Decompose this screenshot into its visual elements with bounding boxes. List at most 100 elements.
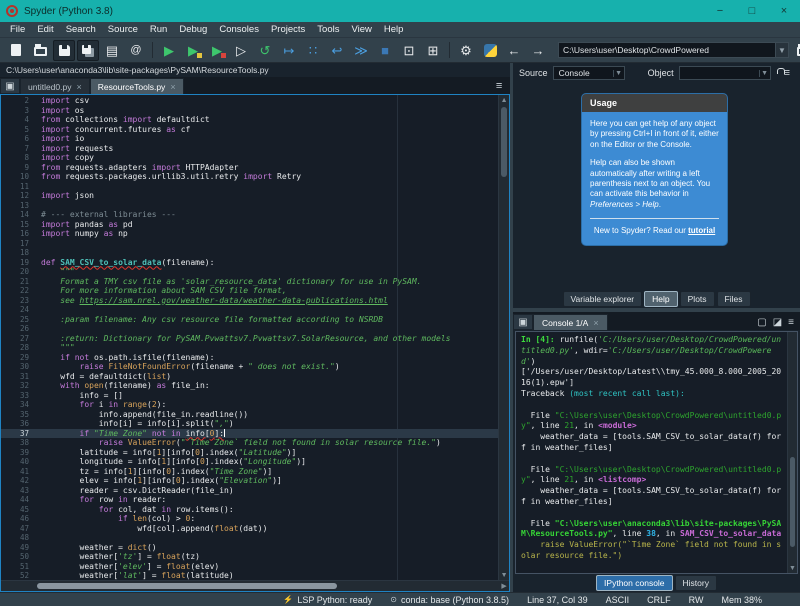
back-button[interactable]: ← [503,40,525,61]
console-scrollbar[interactable]: ▼ [787,332,797,573]
code-line[interactable]: 4 from collections import defaultdict [1,115,498,125]
editor-vertical-scrollbar[interactable]: ▲ ▼ [498,95,510,580]
code-line[interactable]: 49 weather = dict() [1,543,498,553]
code-line[interactable]: 32 with open(filename) as file_in: [1,381,498,391]
code-line[interactable]: 37 if "Time Zone" not in info[0]: [1,428,499,438]
console-output[interactable]: In [4]: runfile('C:/Users/user/Desktop/C… [516,332,787,573]
code-line[interactable]: 51 weather['elev'] = float(elev) [1,562,498,572]
browse-tabs-button[interactable]: ▣ [0,78,20,94]
new-file-button[interactable] [5,40,27,61]
pane-tab-files[interactable]: Files [716,291,751,307]
minimize-button[interactable]: − [704,0,736,22]
code-line[interactable]: 20 """ [1,267,498,277]
code-line[interactable]: 42 elev = info[1][info[0].index("Elevati… [1,476,498,486]
code-line[interactable]: 40 longitude = info[1][info[0].index("Lo… [1,457,498,467]
scroll-down-icon[interactable]: ▼ [499,570,509,580]
code-line[interactable]: 35 info.append(file_in.readline()) [1,410,498,420]
code-line[interactable]: 52 weather['lat'] = float(latitude) [1,571,498,580]
pane-tab-plots[interactable]: Plots [679,291,715,307]
python-path-button[interactable] [479,40,501,61]
code-line[interactable]: 9 from requests.adapters import HTTPAdapt… [1,163,498,173]
debug-file-button[interactable]: ↺ [254,40,276,61]
preferences-button[interactable]: ⚙ [455,40,477,61]
menu-item-view[interactable]: View [345,24,377,35]
code-line[interactable]: 22 For more information about SAM CSV fi… [1,286,498,296]
editor-options-button[interactable]: ≡ [488,78,510,94]
step-into-button[interactable]: ∷ [302,40,324,61]
code-line[interactable]: 11 [1,182,498,192]
code-line[interactable]: 26 [1,324,498,334]
console-scroll-thumb[interactable] [790,457,795,548]
code-line[interactable]: 47 wfd[col].append(float(dat)) [1,524,498,534]
fullscreen-button[interactable]: ⊞ [422,40,444,61]
code-line[interactable]: 46 if len(col) > 0: [1,514,498,524]
code-line[interactable]: 45 for col, dat in row.items(): [1,505,498,515]
code-line[interactable]: 23 see https://sam.nrel.gov/weather-data… [1,296,498,306]
continue-button[interactable]: ≫ [350,40,372,61]
code-line[interactable]: 14 # --- external libraries --- [1,210,498,220]
scroll-up-icon[interactable]: ▲ [499,95,509,105]
maximize-button[interactable]: □ [736,0,768,22]
code-line[interactable]: 33 info = [] [1,391,498,401]
save-button[interactable] [53,39,75,61]
code-line[interactable]: 5 import concurrent.futures as cf [1,125,498,135]
code-line[interactable]: 12 import json [1,191,498,201]
code-line[interactable]: 39 latitude = info[1][info[0].index("Lat… [1,448,498,458]
console-options-icon[interactable]: ≡ [788,317,794,328]
console-scroll-down-icon[interactable]: ▼ [788,565,797,572]
code-line[interactable]: 31 wfd = defaultdict(list) [1,372,498,382]
code-line[interactable]: 29 if not os.path.isfile(filename): [1,353,498,363]
close-tab-icon[interactable]: × [76,82,81,92]
console-environment-icon[interactable]: ▢ [757,317,766,328]
code-editor[interactable]: 2 import csv 3 import os 4 from collections i… [0,94,511,592]
code-line[interactable]: 13 [1,201,498,211]
code-line[interactable]: 25 :param filename: Any csv resource fil… [1,315,498,325]
pane-tab-variable-explorer[interactable]: Variable explorer [562,291,643,307]
menu-item-tools[interactable]: Tools [311,24,345,35]
code-line[interactable]: 18 [1,248,498,258]
erase-icon[interactable]: ◪ [773,317,782,328]
code-line[interactable]: 16 import numpy as np [1,229,498,239]
close-tab-icon[interactable]: × [170,82,175,92]
pane-tab-help[interactable]: Help [644,291,678,307]
code-line[interactable]: 24 [1,305,498,315]
run-cell-advance-button[interactable]: ▶ [206,40,228,61]
open-file-button[interactable] [29,40,51,61]
code-line[interactable]: 43 reader = csv.DictReader(file_in) [1,486,498,496]
code-line[interactable]: 3 import os [1,106,498,116]
run-selection-button[interactable]: ▷ [230,40,252,61]
editor-horizontal-scrollbar[interactable]: ▶ [1,580,510,591]
menu-item-run[interactable]: Run [144,24,173,35]
save-all-button[interactable] [77,39,99,61]
code-line[interactable]: 41 tz = info[1][info[0].index("Time Zone… [1,467,498,477]
code-line[interactable]: 19 def SAM_CSV_to_solar_data(filename): [1,258,498,268]
code-line[interactable]: 15 import pandas as pd [1,220,498,230]
run-file-button[interactable]: ▶ [158,40,180,61]
step-return-button[interactable]: ↩ [326,40,348,61]
code-line[interactable]: 48 [1,533,498,543]
editor-tab-untitled0.py[interactable]: untitled0.py × [20,78,90,94]
scroll-right-icon[interactable]: ▶ [499,581,509,591]
menu-item-debug[interactable]: Debug [173,24,213,35]
code-line[interactable]: 36 info[i] = info[i].split(",") [1,419,498,429]
help-object-select[interactable]: ▼ [678,66,771,80]
menu-item-consoles[interactable]: Consoles [213,24,265,35]
pane-tab-history[interactable]: History [674,575,717,591]
menu-item-file[interactable]: File [4,24,31,35]
code-line[interactable]: 17 [1,239,498,249]
code-line[interactable]: 21 Format a TMY csv file as 'solar_resou… [1,277,498,287]
editor-tab-ResourceTools.py[interactable]: ResourceTools.py × [89,78,184,94]
stop-debug-button[interactable]: ■ [374,40,396,61]
menu-item-help[interactable]: Help [378,24,410,35]
close-button[interactable]: × [768,0,800,22]
console-tab[interactable]: Console 1/A × [533,314,608,330]
working-directory-input[interactable]: C:\Users\user\Desktop\CrowdPowered [558,42,776,58]
code-line[interactable]: 28 """ [1,343,498,353]
close-console-icon[interactable]: × [593,318,598,328]
file-switcher-button[interactable]: ▤ [101,40,123,61]
code-line[interactable]: 7 import requests [1,144,498,154]
tutorial-link[interactable]: tutorial [688,226,715,235]
menu-item-search[interactable]: Search [60,24,102,35]
menu-item-projects[interactable]: Projects [265,24,311,35]
code-line[interactable]: 38 raise ValueError("`Time Zone` field n… [1,438,498,448]
